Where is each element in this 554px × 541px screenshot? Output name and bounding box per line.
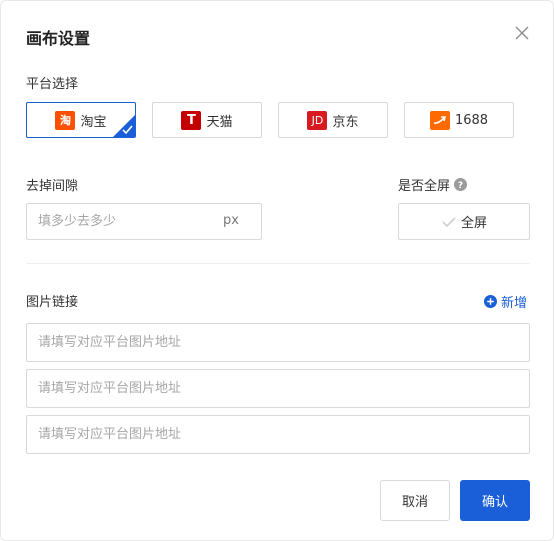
taobao-logo-icon: 淘 [55,110,76,130]
tmall-logo-icon: T [181,110,202,130]
cancel-button[interactable]: 取消 [380,480,450,521]
dialog-title: 画布设置 [26,29,91,48]
image-url-input-3[interactable] [27,416,529,453]
platform-option-jd[interactable]: JD 京东 [278,102,388,138]
image-url-input-2[interactable] [27,370,529,407]
image-links-label: 图片链接 [26,295,79,310]
confirm-button[interactable]: 确认 [460,480,530,521]
platform-option-1688[interactable]: 1688 [404,102,514,138]
image-url-input-1[interactable] [27,324,529,361]
fullscreen-toggle-button[interactable]: 全屏 [398,203,530,240]
add-image-link-label: 新增 [501,296,528,311]
platform-option-label: 京东 [332,114,359,130]
gap-label: 去掉间隙 [26,179,79,194]
selected-check-icon [113,115,135,137]
platform-label: 平台选择 [26,77,79,92]
platform-option-label: 1688 [454,112,489,128]
question-circle-icon: ? [454,178,468,191]
platform-option-label: 天猫 [206,114,233,130]
jd-logo-icon: JD [307,110,328,130]
gap-input-wrapper: px [26,203,262,240]
platform-option-taobao[interactable]: 淘 淘宝 [26,102,136,138]
check-icon [441,215,457,229]
fullscreen-label: 是否全屏 [398,179,451,194]
fullscreen-label-wrapper: 是否全屏 ? [398,175,468,194]
image-url-input-wrapper [26,323,530,362]
image-url-input-wrapper [26,415,530,454]
platform-option-label: 淘宝 [80,114,107,130]
svg-text:?: ? [458,181,463,191]
section-divider [26,263,530,264]
alibaba-1688-logo-icon [429,110,450,130]
image-url-input-wrapper [26,369,530,408]
canvas-settings-dialog: 画布设置 平台选择 淘 淘宝 T 天猫 JD 京东 1688 去掉间隙 填多少去… [0,0,554,541]
platform-option-tmall[interactable]: T 天猫 [152,102,262,138]
gap-unit: px [223,213,239,228]
close-icon[interactable] [512,23,532,43]
add-image-link-button[interactable]: 新增 [484,292,527,311]
fullscreen-button-label: 全屏 [460,216,487,231]
plus-circle-icon [484,295,497,308]
